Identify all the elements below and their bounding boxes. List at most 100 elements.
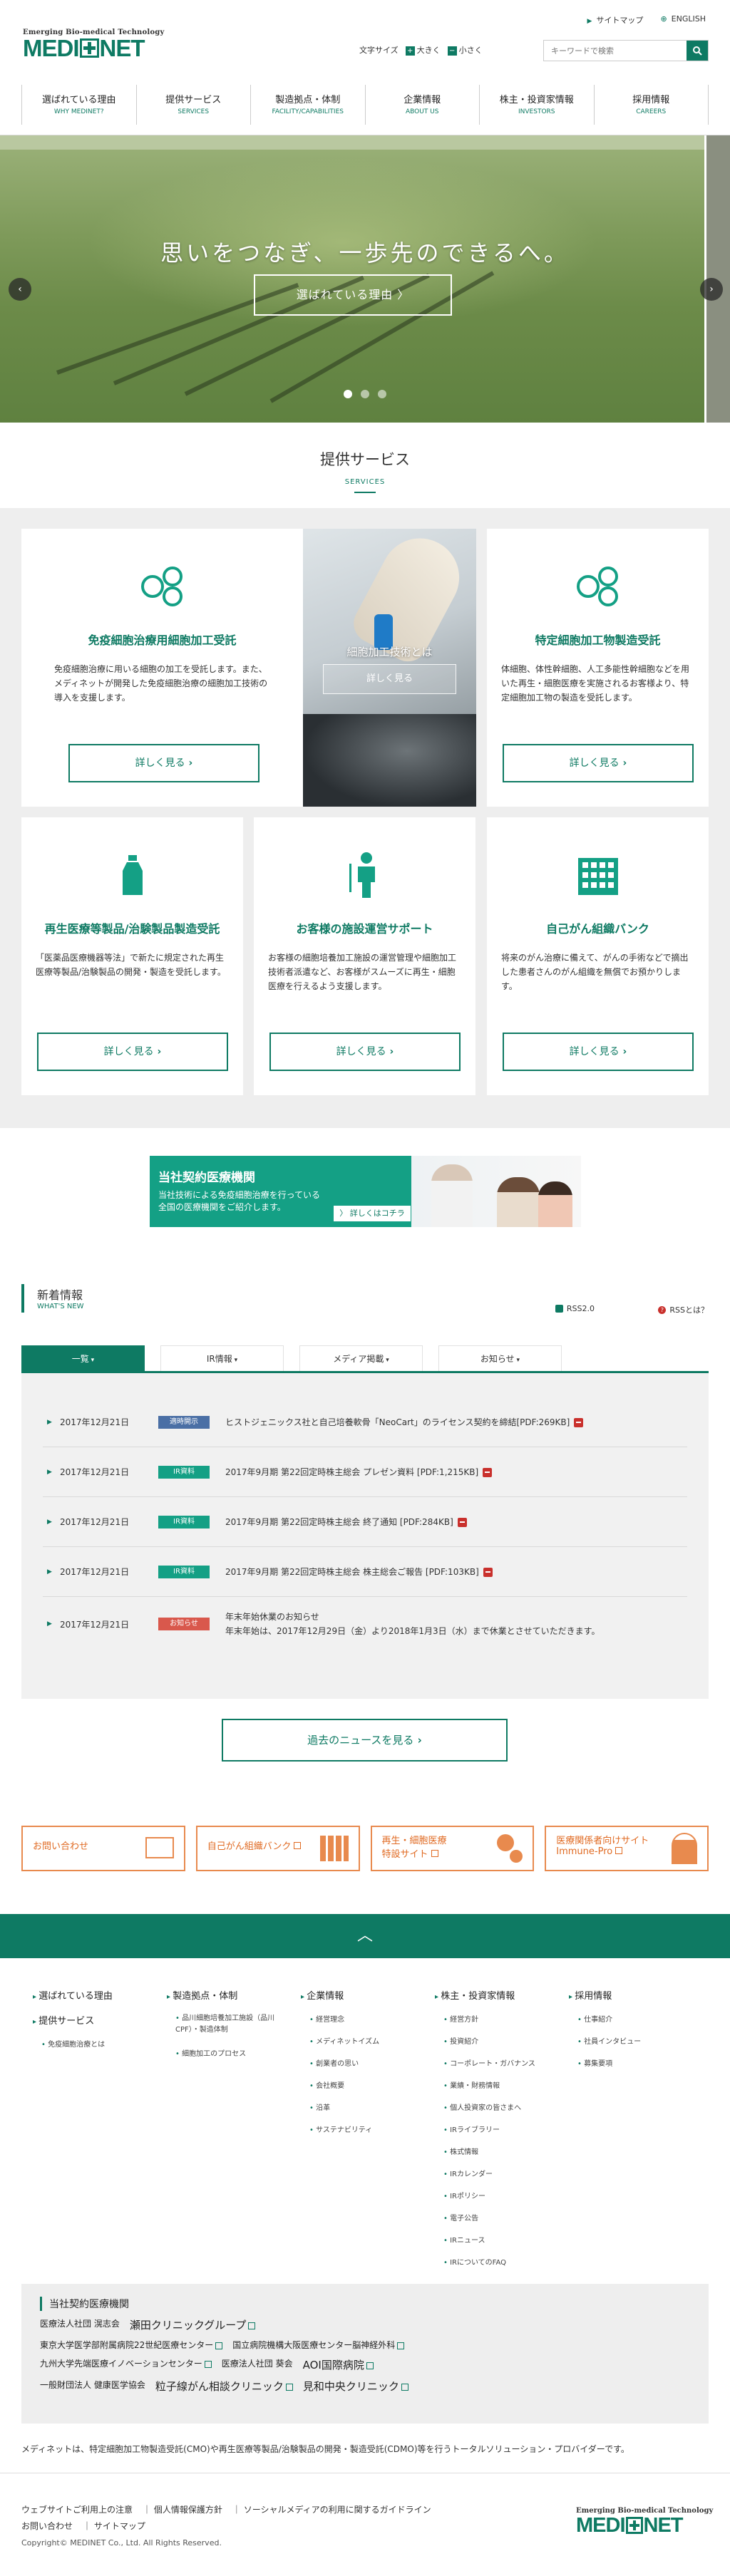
footer-sublink[interactable]: 沿革 <box>309 2101 435 2112</box>
footer-sublink[interactable]: IRについてのFAQ <box>443 2256 569 2267</box>
clinic-link[interactable]: 国立病院機構大阪医療センター脳神経外科 <box>232 2339 405 2351</box>
nav-about-us[interactable]: 企業情報 ABOUT US <box>364 85 480 125</box>
slider-dot[interactable] <box>361 390 369 398</box>
footer-sublink[interactable]: 免疫細胞治療とは <box>41 2038 167 2049</box>
footer-sublink[interactable]: IRポリシー <box>443 2190 569 2200</box>
tab-all[interactable]: 一覧 <box>21 1345 145 1371</box>
footer-link[interactable]: ソーシャルメディアの利用に関するガイドライン <box>244 2505 431 2515</box>
news-item[interactable]: ▶ 2017年12月21日 適時開示 ヒストジェニックス社と自己培養軟骨「Neo… <box>43 1397 687 1447</box>
slider-next-button[interactable]: › <box>700 278 723 301</box>
slider-dot[interactable] <box>378 390 386 398</box>
technology-photo-card[interactable]: 細胞加工技術とは 詳しく見る <box>303 529 476 807</box>
service-more-button[interactable]: 詳しく見る <box>503 1033 694 1071</box>
font-size-large-button[interactable]: + 大きく <box>405 44 441 56</box>
footer-sublink[interactable]: 会社概要 <box>309 2079 435 2090</box>
footer-sublink[interactable]: 仕事紹介 <box>577 2013 703 2024</box>
search-button[interactable] <box>687 41 708 61</box>
tissue-bank-banner[interactable]: 自己がん組織バンク <box>195 1826 360 1871</box>
clinic-link[interactable]: 東京大学医学部附属病院22世紀医療センター <box>40 2339 223 2351</box>
footer-sublink[interactable]: 社員インタビュー <box>577 2035 703 2046</box>
slider-prev-button[interactable]: ‹ <box>9 278 31 301</box>
clinic-link[interactable]: AOI国際病院 <box>303 2357 374 2372</box>
slider-dot[interactable] <box>344 390 352 398</box>
bullet-icon: ▶ <box>47 1468 52 1476</box>
tab-notice[interactable]: お知らせ <box>438 1345 562 1371</box>
footer-link[interactable]: 提供サービス <box>33 2013 167 2027</box>
footer-logo[interactable]: Emerging Bio-medical Technology MEDI NET <box>576 2507 713 2536</box>
hero-slider: 思いをつなぎ、一歩先のできるへ。 選ばれている理由 〉 ‹ › <box>0 135 730 423</box>
news-item[interactable]: ▶ 2017年12月21日 IR資料 2017年9月期 第22回定時株主総会 プ… <box>43 1447 687 1497</box>
nav-investors[interactable]: 株主・投資家情報 INVESTORS <box>479 85 594 125</box>
contact-banner[interactable]: お問い合わせ <box>21 1826 185 1871</box>
rss-link[interactable]: RSS2.0 <box>555 1304 595 1313</box>
footer-sublink[interactable]: IRライブラリー <box>443 2124 569 2134</box>
footer-sublink[interactable]: 業績・財務情報 <box>443 2079 569 2090</box>
footer-sublink[interactable]: 個人投資家の皆さまへ <box>443 2101 569 2112</box>
font-size-small-button[interactable]: − 小さく <box>447 44 483 56</box>
footer-sublink[interactable]: 株式情報 <box>443 2146 569 2156</box>
clinic-link[interactable]: 見和中央クリニック <box>303 2379 408 2394</box>
rss-help-link[interactable]: ? RSSとは？ <box>658 1304 709 1315</box>
footer-sublink[interactable]: コーポレート・ガバナンス <box>443 2057 569 2068</box>
footer-link[interactable]: サイトマップ <box>94 2521 145 2531</box>
font-size-label: 文字サイズ <box>359 46 399 55</box>
past-news-button[interactable]: 過去のニュースを見る <box>222 1719 508 1762</box>
footer-nav: 選ばれている理由 提供サービス 免疫細胞治療とは 製造拠点・体制 品川細胞培養加… <box>33 1988 703 2278</box>
footer-sublink[interactable]: 品川細胞培養加工施設（品川CPF）・製造体制 <box>175 2013 282 2036</box>
service-more-button[interactable]: 詳しく見る <box>37 1033 228 1071</box>
clinic-banner[interactable]: 当社契約医療機関 当社技術による免疫細胞治療を行っている 全国の医療機関をご紹介し… <box>150 1156 581 1227</box>
service-more-button[interactable]: 詳しく見る <box>503 744 694 782</box>
nav-why-medinet[interactable]: 選ばれている理由 WHY MEDINET? <box>21 85 136 125</box>
nav-services[interactable]: 提供サービス SERVICES <box>135 85 251 125</box>
logo-text-right: NET <box>99 35 145 61</box>
news-item[interactable]: ▶ 2017年12月21日 IR資料 2017年9月期 第22回定時株主総会 株… <box>43 1547 687 1597</box>
search-input[interactable] <box>544 41 687 61</box>
footer-col: 製造拠点・体制 品川細胞培養加工施設（品川CPF）・製造体制 細胞加工のプロセス <box>167 1988 301 2278</box>
footer-link[interactable]: 企業情報 <box>301 1988 435 2002</box>
regen-site-banner[interactable]: 再生・細胞医療 特設サイト <box>370 1826 535 1871</box>
cells-icon <box>140 567 182 606</box>
footer-sublink[interactable]: メディネットイズム <box>309 2035 435 2046</box>
immune-pro-banner[interactable]: 医療関係者向けサイト Immune-Pro <box>545 1826 709 1871</box>
nav-careers[interactable]: 採用情報 CAREERS <box>593 85 709 125</box>
nav-facility[interactable]: 製造拠点・体制 FACILITY/CAPABILITIES <box>250 85 365 125</box>
cells-icon <box>497 1834 515 1851</box>
footer-sublink[interactable]: IRニュース <box>443 2234 569 2245</box>
news-tag: IR資料 <box>158 1515 210 1528</box>
footer-sublink[interactable]: 細胞加工のプロセス <box>175 2047 301 2058</box>
footer-link[interactable]: ウェブサイトご利用上の注意 <box>21 2505 133 2515</box>
footer-link[interactable]: 製造拠点・体制 <box>167 1988 301 2002</box>
pdf-icon <box>574 1417 584 1427</box>
page-top-button[interactable]: ︿ <box>0 1914 730 1958</box>
footer-link[interactable]: 株主・投資家情報 <box>435 1988 569 2002</box>
tab-media[interactable]: メディア掲載 <box>299 1345 423 1371</box>
footer-link[interactable]: お問い合わせ <box>21 2521 73 2531</box>
footer-link[interactable]: 採用情報 <box>569 1988 703 2002</box>
english-link[interactable]: ⊕ ENGLISH <box>660 14 706 26</box>
footer-sublink[interactable]: 経営理念 <box>309 2013 435 2024</box>
tab-ir[interactable]: IR情報 <box>160 1345 284 1371</box>
news-item[interactable]: ▶ 2017年12月21日 お知らせ 年末年始休業のお知らせ 年末年始は、2017… <box>43 1597 687 1651</box>
footer-link[interactable]: 個人情報保護方針 <box>154 2505 222 2515</box>
footer-sublink[interactable]: 募集要項 <box>577 2057 703 2068</box>
service-more-button[interactable]: 詳しく見る <box>269 1033 461 1071</box>
site-logo[interactable]: Emerging Bio-medical Technology MEDI NET <box>23 29 164 60</box>
banner-more-button[interactable]: 〉 詳しくはコチラ <box>334 1206 411 1221</box>
footer-sublink[interactable]: 創業者の思い <box>309 2057 435 2068</box>
footer-sublink[interactable]: 電子公告 <box>443 2212 569 2223</box>
footer-sublink[interactable]: サステナビリティ <box>309 2124 435 2134</box>
photo-card-more-button[interactable]: 詳しく見る <box>323 664 456 694</box>
footer-sublink[interactable]: IRカレンダー <box>443 2168 569 2178</box>
footer-sublink[interactable]: 投資紹介 <box>443 2035 569 2046</box>
clinic-link[interactable]: 瀬田クリニックグループ <box>130 2317 256 2332</box>
services-title: 提供サービス <box>320 451 410 468</box>
footer-link[interactable]: 選ばれている理由 <box>33 1988 167 2002</box>
service-more-button[interactable]: 詳しく見る <box>68 744 259 782</box>
footer-sublink[interactable]: 経営方針 <box>443 2013 569 2024</box>
hero-cta-button[interactable]: 選ばれている理由 〉 <box>254 274 452 316</box>
sitemap-link[interactable]: ▶ サイトマップ <box>587 14 644 26</box>
news-item[interactable]: ▶ 2017年12月21日 IR資料 2017年9月期 第22回定時株主総会 終… <box>43 1497 687 1547</box>
footer-links: ウェブサイトご利用上の注意｜ 個人情報保護方針｜ ソーシャルメディアの利用に関す… <box>21 2505 431 2531</box>
clinic-link[interactable]: 九州大学先端医療イノベーションセンター <box>40 2357 212 2372</box>
clinic-link[interactable]: 粒子線がん相談クリニック <box>155 2379 293 2394</box>
